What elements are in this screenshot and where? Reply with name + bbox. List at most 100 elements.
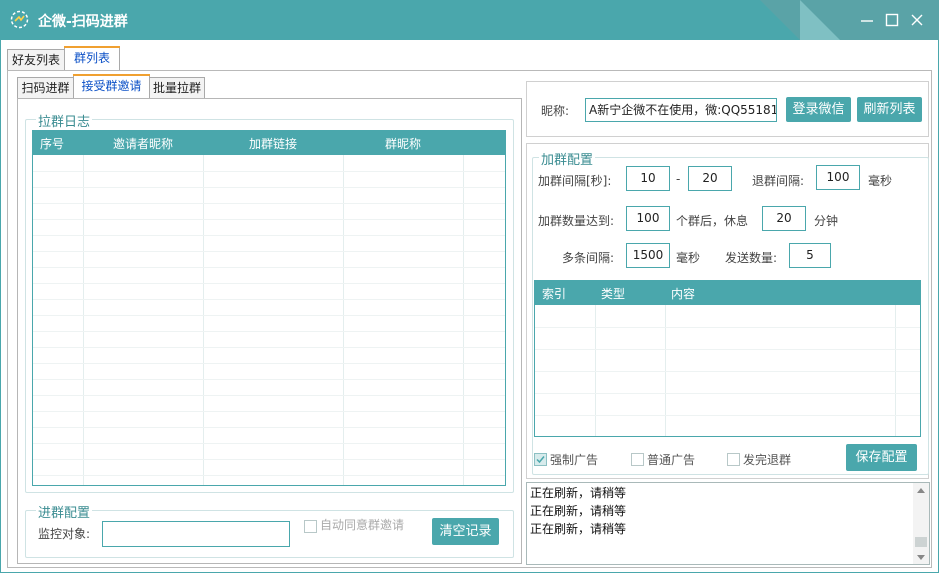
status-log[interactable]: 正在刷新，请稍等 正在刷新，请稍等 正在刷新，请稍等 (526, 482, 930, 565)
rest-minutes-input[interactable]: 20 (762, 206, 806, 231)
tab-label: 好友列表 (11, 53, 60, 67)
grid-row-line (535, 415, 920, 416)
minute-unit-label: 分钟 (814, 214, 839, 228)
grid-row-line (33, 475, 505, 476)
column-header: 类型 (601, 287, 626, 301)
grid-row-line (33, 427, 505, 428)
title-bar: 企微-扫码进群 (0, 0, 939, 40)
grid-line (463, 155, 464, 485)
checkmark-icon (536, 456, 545, 464)
monitor-target-input[interactable] (102, 521, 290, 547)
grid-line (83, 155, 84, 485)
checkbox-label: 自动同意群邀请 (320, 518, 405, 532)
tab-friend-list[interactable]: 好友列表 (7, 49, 65, 71)
quit-after-send-checkbox[interactable]: 发完退群 (727, 451, 807, 469)
grid-row-line (33, 331, 505, 332)
column-header: 群昵称 (385, 137, 422, 151)
join-interval-label: 加群间隔[秒]: (538, 174, 612, 188)
multi-interval-label: 多条间隔: (562, 251, 615, 265)
grid-row-line (33, 267, 505, 268)
column-header: 序号 (40, 137, 65, 151)
log-line: 正在刷新，请稍等 (530, 504, 627, 518)
grid-row-line (33, 315, 505, 316)
scroll-thumb[interactable] (915, 537, 927, 547)
title-decoration (760, 0, 800, 40)
scroll-down-icon[interactable] (917, 555, 925, 560)
log-line: 正在刷新，请稍等 (530, 522, 627, 536)
table-header: 索引 类型 内容 (535, 281, 920, 305)
title-decoration (800, 0, 840, 40)
grid-row-line (33, 363, 505, 364)
grid-line (343, 155, 344, 485)
close-icon[interactable] (909, 12, 925, 28)
save-config-button[interactable]: 保存配置 (846, 444, 917, 471)
column-header: 索引 (542, 287, 567, 301)
tab-scan-join[interactable]: 扫码进群 (17, 77, 74, 99)
tab-label: 扫码进群 (21, 81, 70, 95)
checkbox-label: 发完退群 (743, 453, 792, 467)
rest-after-label: 个群后，休息 (676, 214, 749, 228)
quit-interval-label: 退群间隔: (752, 174, 805, 188)
login-wechat-button[interactable]: 登录微信 (786, 97, 851, 122)
tab-batch-pull[interactable]: 批量拉群 (149, 77, 205, 99)
quit-interval-input[interactable]: 100 (816, 165, 860, 190)
app-logo-icon (10, 10, 29, 29)
join-interval-min-input[interactable]: 10 (626, 166, 670, 191)
window-title: 企微-扫码进群 (38, 14, 128, 30)
nickname-input[interactable]: A新宁企微不在使用，微:QQ55181 (585, 98, 777, 122)
tab-active-indicator (64, 46, 120, 48)
join-interval-max-input[interactable]: 20 (688, 166, 732, 191)
grid-row-line (535, 393, 920, 394)
group-title: 拉群日志 (36, 111, 93, 130)
scroll-up-icon[interactable] (917, 488, 925, 493)
join-log-table[interactable]: 序号 邀请者昵称 加群链接 群昵称 (32, 130, 506, 486)
checkbox-label: 强制广告 (550, 453, 599, 467)
maximize-icon[interactable] (884, 12, 900, 28)
log-scrollbar[interactable] (913, 483, 929, 564)
column-header: 邀请者昵称 (113, 137, 174, 151)
checkbox-box (727, 453, 740, 466)
checkbox-box (534, 453, 547, 466)
tab-label: 批量拉群 (152, 81, 201, 95)
force-ad-checkbox[interactable]: 强制广告 (534, 451, 614, 469)
grid-row-line (33, 203, 505, 204)
multi-interval-input[interactable]: 1500 (626, 243, 670, 268)
group-title: 进群配置 (36, 502, 93, 521)
refresh-list-button[interactable]: 刷新列表 (857, 97, 922, 122)
minimize-icon[interactable] (859, 12, 875, 28)
column-header: 内容 (671, 287, 696, 301)
join-count-input[interactable]: 100 (626, 206, 670, 231)
join-count-label: 加群数量达到: (538, 214, 615, 228)
log-line: 正在刷新，请稍等 (530, 486, 627, 500)
grid-row-line (33, 251, 505, 252)
group-title: 加群配置 (539, 149, 596, 168)
grid-row-line (33, 171, 505, 172)
grid-row-line (33, 347, 505, 348)
normal-ad-checkbox[interactable]: 普通广告 (631, 451, 711, 469)
grid-row-line (33, 219, 505, 220)
grid-row-line (33, 411, 505, 412)
checkbox-box (631, 453, 644, 466)
grid-row-line (33, 187, 505, 188)
ad-content-table[interactable]: 索引 类型 内容 (534, 280, 921, 437)
tab-label: 接受群邀请 (81, 79, 142, 93)
column-header: 加群链接 (249, 137, 298, 151)
range-separator: - (676, 172, 681, 186)
ms-unit-label: 毫秒 (868, 174, 893, 188)
tab-accept-invite[interactable]: 接受群邀请 (73, 74, 150, 99)
auto-accept-checkbox[interactable]: 自动同意群邀请 (304, 518, 414, 548)
grid-line (203, 155, 204, 485)
checkbox-box (304, 520, 317, 533)
ms-unit-label: 毫秒 (676, 251, 701, 265)
grid-row-line (33, 459, 505, 460)
clear-records-button[interactable]: 清空记录 (432, 518, 499, 545)
grid-row-line (535, 349, 920, 350)
tab-group-list[interactable]: 群列表 (64, 46, 120, 71)
send-count-input[interactable]: 5 (789, 243, 831, 268)
grid-row-line (33, 299, 505, 300)
table-header: 序号 邀请者昵称 加群链接 群昵称 (33, 131, 505, 155)
grid-row-line (33, 235, 505, 236)
tab-active-indicator (73, 74, 150, 76)
grid-row-line (535, 371, 920, 372)
checkbox-label: 普通广告 (647, 453, 696, 467)
